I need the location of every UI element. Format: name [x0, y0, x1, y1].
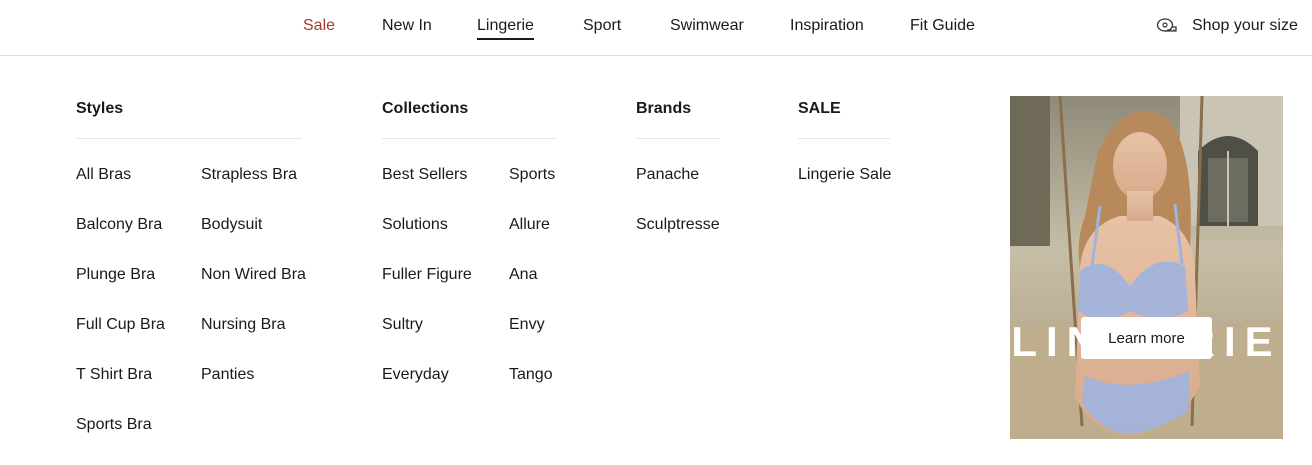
top-navigation: Sale New In Lingerie Sport Swimwear Insp…: [0, 0, 1312, 56]
menu-link-sports[interactable]: Sports: [509, 164, 555, 186]
menu-link-all-bras[interactable]: All Bras: [76, 164, 131, 186]
promo-photo: [1010, 96, 1283, 439]
menu-column-styles: Styles All Bras Strapless Bra Balcony Br…: [76, 98, 306, 433]
tape-measure-icon: [1156, 17, 1178, 35]
menu-link-panache[interactable]: Panache: [636, 164, 699, 186]
menu-link-everyday[interactable]: Everyday: [382, 364, 449, 386]
menu-link-tango[interactable]: Tango: [509, 364, 553, 386]
menu-link-nursing-bra[interactable]: Nursing Bra: [201, 314, 285, 336]
menu-heading-sale: SALE: [798, 98, 890, 139]
menu-link-envy[interactable]: Envy: [509, 314, 545, 336]
menu-link-panties[interactable]: Panties: [201, 364, 254, 386]
menu-link-sports-bra[interactable]: Sports Bra: [76, 414, 152, 436]
nav-link-sale[interactable]: Sale: [303, 15, 335, 37]
nav-link-sport[interactable]: Sport: [583, 15, 621, 37]
menu-link-ana[interactable]: Ana: [509, 264, 537, 286]
menu-link-plunge-bra[interactable]: Plunge Bra: [76, 264, 155, 286]
promo-banner-lingerie[interactable]: LINGERIE Learn more: [1010, 96, 1283, 439]
menu-column-brands: Brands Panache Sculptresse: [636, 98, 720, 233]
menu-column-sale: SALE Lingerie Sale: [798, 98, 891, 183]
menu-link-sculptresse[interactable]: Sculptresse: [636, 214, 720, 236]
menu-link-bodysuit[interactable]: Bodysuit: [201, 214, 262, 236]
nav-link-lingerie[interactable]: Lingerie: [477, 15, 534, 40]
menu-column-collections: Collections Best Sellers Sports Solution…: [382, 98, 557, 383]
menu-link-sultry[interactable]: Sultry: [382, 314, 423, 336]
menu-link-best-sellers[interactable]: Best Sellers: [382, 164, 467, 186]
nav-link-new-in[interactable]: New In: [382, 15, 432, 37]
shop-your-size-label: Shop your size: [1192, 17, 1298, 34]
menu-link-strapless-bra[interactable]: Strapless Bra: [201, 164, 297, 186]
nav-link-swimwear[interactable]: Swimwear: [670, 15, 744, 37]
menu-link-t-shirt-bra[interactable]: T Shirt Bra: [76, 364, 152, 386]
menu-heading-brands: Brands: [636, 98, 719, 139]
shop-your-size-button[interactable]: Shop your size: [1156, 15, 1298, 37]
learn-more-button[interactable]: Learn more: [1081, 317, 1212, 359]
nav-link-inspiration[interactable]: Inspiration: [790, 15, 864, 37]
menu-heading-collections: Collections: [382, 98, 557, 139]
menu-link-full-cup-bra[interactable]: Full Cup Bra: [76, 314, 165, 336]
menu-link-solutions[interactable]: Solutions: [382, 214, 448, 236]
menu-link-non-wired-bra[interactable]: Non Wired Bra: [201, 264, 306, 286]
menu-heading-styles: Styles: [76, 98, 302, 139]
menu-link-allure[interactable]: Allure: [509, 214, 550, 236]
menu-link-fuller-figure[interactable]: Fuller Figure: [382, 264, 472, 286]
menu-link-lingerie-sale[interactable]: Lingerie Sale: [798, 164, 891, 186]
menu-link-balcony-bra[interactable]: Balcony Bra: [76, 214, 162, 236]
nav-link-fit-guide[interactable]: Fit Guide: [910, 15, 975, 37]
